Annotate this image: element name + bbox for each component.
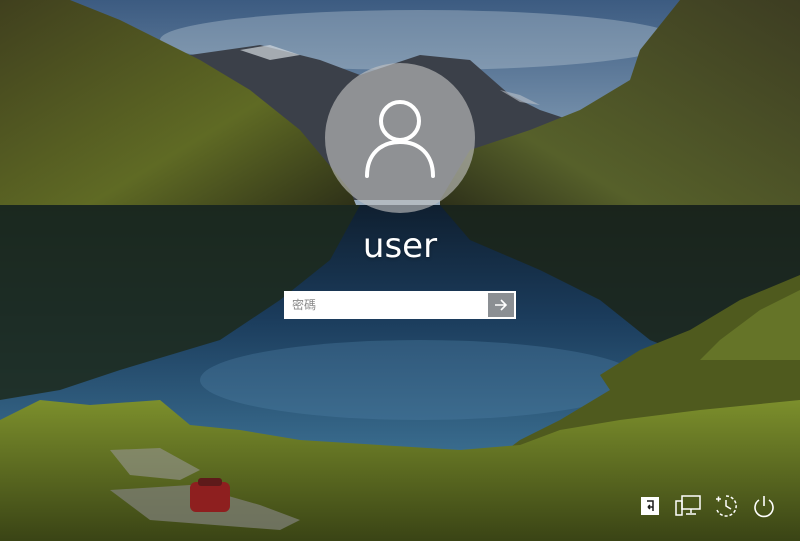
user-icon [365,100,435,178]
ime-switch-icon [641,497,659,515]
power-button[interactable] [750,492,778,520]
power-icon [754,496,774,518]
accessibility-button[interactable] [712,492,740,520]
password-field [284,291,516,319]
user-avatar [325,63,475,213]
system-tray [636,492,786,520]
submit-arrow-icon [495,299,508,311]
network-button[interactable] [674,492,702,520]
password-input[interactable] [286,293,488,317]
ime-switch-button[interactable] [636,492,664,520]
network-icon [675,495,701,516]
accessibility-icon [716,495,737,517]
submit-button[interactable] [488,293,514,317]
username-label: user [362,226,438,266]
